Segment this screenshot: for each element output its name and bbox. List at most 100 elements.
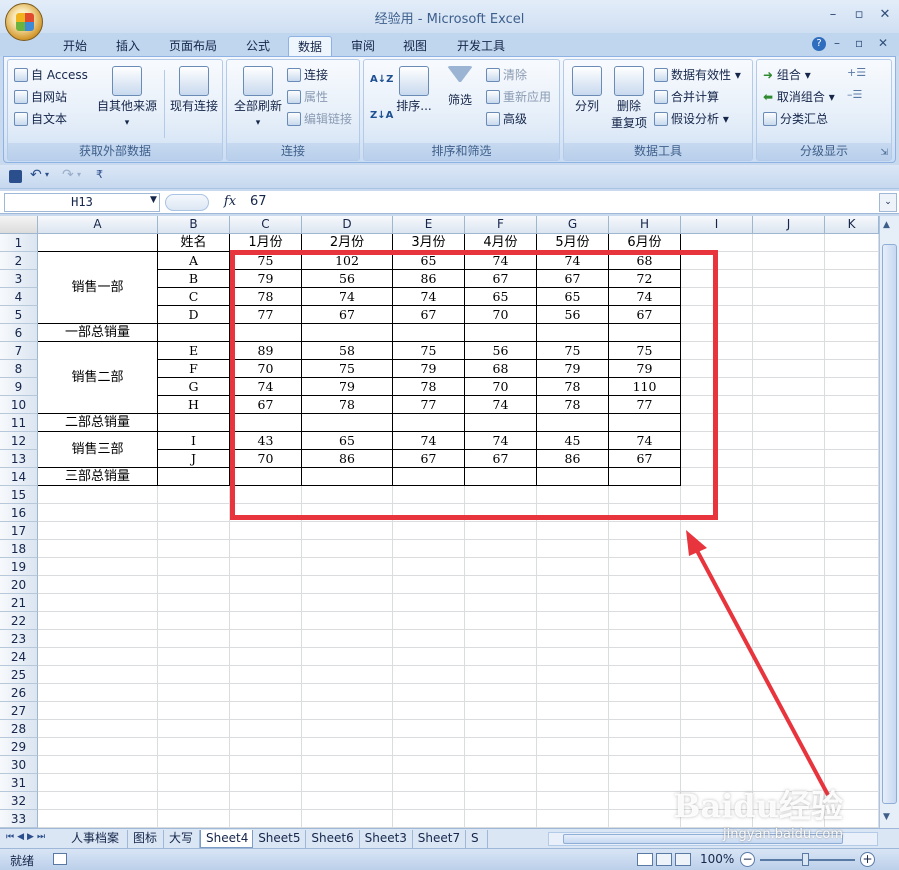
row-header[interactable]: 14: [0, 468, 38, 486]
row-header[interactable]: 8: [0, 360, 38, 378]
clear-button[interactable]: 清除: [486, 65, 527, 85]
dialog-launcher-icon[interactable]: ⇲: [880, 148, 888, 158]
dept-label-cell[interactable]: 销售三部: [38, 431, 158, 468]
row-header[interactable]: 29: [0, 738, 38, 756]
total-label-cell[interactable]: 三部总销量: [38, 467, 158, 486]
total-label-cell[interactable]: 一部总销量: [38, 323, 158, 342]
vertical-scrollbar[interactable]: ▲ ▼: [879, 216, 899, 828]
row-header[interactable]: 26: [0, 684, 38, 702]
name-cell[interactable]: J: [157, 449, 230, 468]
dept-label-cell[interactable]: 销售二部: [38, 341, 158, 414]
zoom-out-icon[interactable]: −: [740, 852, 755, 867]
expand-formula-bar-icon[interactable]: ⌄: [879, 193, 897, 212]
zoom-slider-thumb[interactable]: [802, 853, 809, 866]
connections-button[interactable]: 连接: [287, 65, 328, 85]
page-break-view-icon[interactable]: [675, 853, 691, 866]
sheet-tab[interactable]: Sheet3: [360, 830, 413, 848]
tab-home[interactable]: 开始: [54, 36, 96, 57]
tab-page-layout[interactable]: 页面布局: [160, 36, 226, 57]
hide-detail-icon[interactable]: –☰: [847, 88, 862, 101]
row-header[interactable]: 18: [0, 540, 38, 558]
row-header[interactable]: 20: [0, 576, 38, 594]
name-box[interactable]: H13: [4, 193, 160, 212]
sheet-tab[interactable]: 人事档案: [66, 830, 128, 848]
advanced-filter-button[interactable]: 高级: [486, 109, 527, 129]
header-cell[interactable]: 姓名: [157, 234, 230, 252]
row-header[interactable]: 32: [0, 792, 38, 810]
column-header[interactable]: E: [393, 216, 465, 234]
row-header[interactable]: 31: [0, 774, 38, 792]
row-header[interactable]: 16: [0, 504, 38, 522]
row-header[interactable]: 24: [0, 648, 38, 666]
data-validation-button[interactable]: 数据有效性 ▾: [654, 65, 741, 85]
row-header[interactable]: 21: [0, 594, 38, 612]
formula-input[interactable]: 67: [250, 193, 267, 212]
subtotal-button[interactable]: 分类汇总: [763, 109, 828, 129]
scroll-down-icon[interactable]: ▼: [883, 812, 890, 822]
sheet-tab[interactable]: Sheet5: [253, 830, 307, 848]
row-header[interactable]: 13: [0, 450, 38, 468]
column-header[interactable]: I: [681, 216, 753, 234]
formula-bar-handle[interactable]: [165, 194, 209, 211]
row-header[interactable]: 3: [0, 270, 38, 288]
show-detail-icon[interactable]: +☰: [847, 66, 866, 79]
ribbon-minimize-button[interactable]: –: [834, 36, 840, 50]
insert-function-button[interactable]: fx: [220, 193, 240, 212]
name-cell[interactable]: D: [157, 305, 230, 324]
total-value-cell[interactable]: [157, 467, 230, 486]
macro-record-icon[interactable]: [53, 853, 67, 865]
tab-data[interactable]: 数据: [288, 36, 333, 57]
text-to-columns-button[interactable]: 分列: [568, 66, 606, 115]
redo-dropdown-icon[interactable]: ▾: [77, 170, 81, 179]
sort-ascending-button[interactable]: A↓Z: [370, 74, 393, 85]
what-if-analysis-button[interactable]: 假设分析 ▾: [654, 109, 729, 129]
tab-insert[interactable]: 插入: [107, 36, 149, 57]
save-icon[interactable]: [9, 170, 22, 183]
total-label-cell[interactable]: 二部总销量: [38, 413, 158, 432]
tab-review[interactable]: 审阅: [342, 36, 384, 57]
cell-empty[interactable]: [38, 234, 158, 252]
row-header[interactable]: 23: [0, 630, 38, 648]
name-cell[interactable]: C: [157, 287, 230, 306]
column-header[interactable]: G: [537, 216, 609, 234]
zoom-level[interactable]: 100%: [700, 852, 734, 866]
redo-icon[interactable]: ↷: [62, 167, 74, 183]
total-value-cell[interactable]: [157, 413, 230, 432]
column-header[interactable]: K: [825, 216, 879, 234]
sheet-tab[interactable]: Sheet6: [306, 830, 360, 848]
row-header[interactable]: 5: [0, 306, 38, 324]
ungroup-button[interactable]: ⬅ 取消组合 ▾: [763, 87, 835, 107]
row-header[interactable]: 27: [0, 702, 38, 720]
row-header[interactable]: 17: [0, 522, 38, 540]
column-header[interactable]: A: [38, 216, 158, 234]
customize-qat-icon[interactable]: ₹: [96, 168, 103, 181]
row-header[interactable]: 9: [0, 378, 38, 396]
row-header[interactable]: 33: [0, 810, 38, 828]
total-value-cell[interactable]: [157, 323, 230, 342]
name-cell[interactable]: G: [157, 377, 230, 396]
name-cell[interactable]: I: [157, 431, 230, 450]
tab-formulas[interactable]: 公式: [237, 36, 279, 57]
name-cell[interactable]: E: [157, 341, 230, 360]
row-header[interactable]: 6: [0, 324, 38, 342]
column-header[interactable]: F: [465, 216, 537, 234]
name-cell[interactable]: H: [157, 395, 230, 414]
row-header[interactable]: 2: [0, 252, 38, 270]
consolidate-button[interactable]: 合并计算: [654, 87, 719, 107]
page-layout-view-icon[interactable]: [656, 853, 672, 866]
row-header[interactable]: 30: [0, 756, 38, 774]
row-header[interactable]: 15: [0, 486, 38, 504]
select-all-corner[interactable]: [0, 216, 38, 234]
sheet-tab[interactable]: 大写: [164, 830, 200, 848]
name-cell[interactable]: B: [157, 269, 230, 288]
group-button[interactable]: ➜ 组合 ▾: [763, 65, 811, 85]
row-header[interactable]: 25: [0, 666, 38, 684]
refresh-all-button[interactable]: 全部刷新 ▾: [230, 66, 286, 132]
zoom-in-icon[interactable]: +: [860, 852, 875, 867]
column-header[interactable]: J: [753, 216, 825, 234]
scroll-up-icon[interactable]: ▲: [883, 220, 890, 230]
minimize-button[interactable]: –: [823, 7, 843, 25]
from-web-button[interactable]: 自网站: [14, 87, 67, 107]
sort-button[interactable]: 排序...: [394, 66, 434, 115]
sheet-tab[interactable]: 图标: [128, 830, 164, 848]
